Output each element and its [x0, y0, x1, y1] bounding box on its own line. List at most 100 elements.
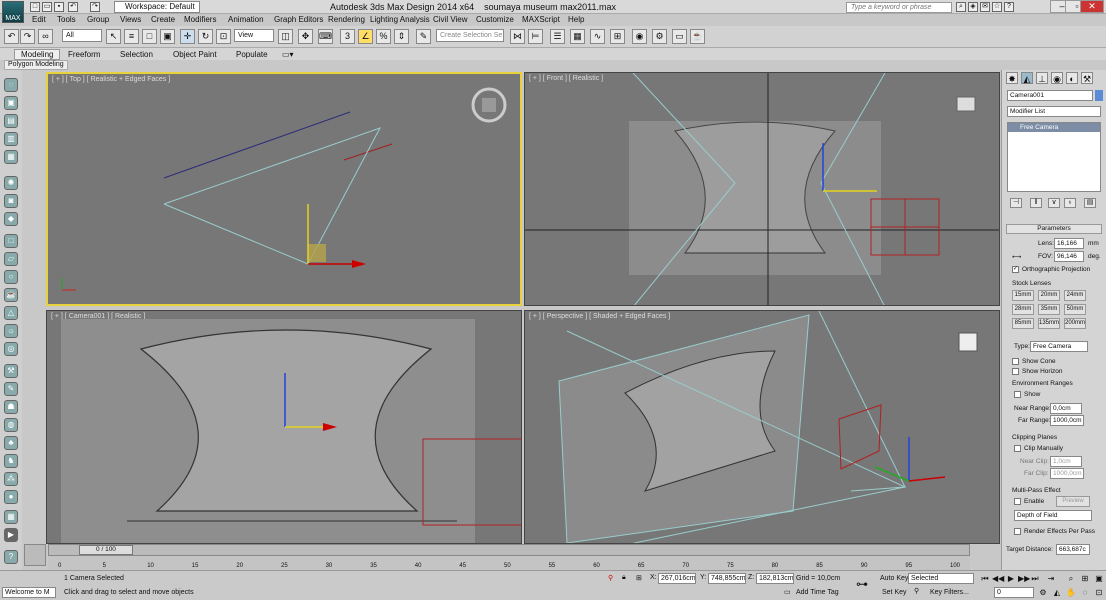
menu-customize[interactable]: Customize	[476, 15, 514, 24]
tab-populate[interactable]: Populate	[236, 50, 268, 59]
go-to-start-icon[interactable]: ⏮	[980, 574, 990, 584]
align-icon[interactable]: ⊨	[528, 29, 543, 44]
binoculars-icon[interactable]: ⌕	[956, 2, 966, 12]
object-name-field[interactable]: Camera001	[1007, 90, 1093, 101]
reference-coordinate-dropdown[interactable]: View	[234, 29, 274, 42]
selection-region-icon[interactable]: □	[142, 29, 157, 44]
walk-icon[interactable]: ☗	[4, 400, 18, 414]
named-selection-set-dropdown[interactable]: Create Selection Se	[436, 29, 504, 42]
layer-manager-icon[interactable]: ☰	[550, 29, 565, 44]
enable-checkbox[interactable]	[1014, 498, 1021, 505]
hierarchy-tab-icon[interactable]: ⊥	[1036, 72, 1048, 84]
grid-icon[interactable]: ▦	[4, 510, 18, 524]
tab-modeling[interactable]: Modeling	[14, 49, 61, 60]
lens-135mm-button[interactable]: 135mm	[1038, 318, 1060, 329]
key-filters-button[interactable]: Key Filters...	[930, 589, 969, 596]
viewport-camera001[interactable]: [ + ] [ Camera001 ] [ Realistic ]	[46, 310, 522, 544]
lens-35mm-button[interactable]: 35mm	[1038, 304, 1060, 315]
y-coordinate-field[interactable]: 748,855cm	[708, 573, 746, 584]
helper-icon[interactable]: ◆	[4, 212, 18, 226]
time-slider-thumb[interactable]: 0 / 100	[79, 545, 133, 555]
menu-views[interactable]: Views	[120, 15, 141, 24]
particles-icon[interactable]: ⁂	[4, 472, 18, 486]
preview-button[interactable]: Preview	[1056, 496, 1090, 507]
lens-50mm-button[interactable]: 50mm	[1064, 304, 1086, 315]
help-icon[interactable]: ?	[1004, 2, 1014, 12]
near-range-spinner[interactable]: 0,0cm	[1050, 403, 1082, 414]
light-icon[interactable]: ✺	[4, 176, 18, 190]
display-tab-icon[interactable]: ◐	[1066, 72, 1078, 84]
show-horizon-checkbox[interactable]	[1012, 368, 1019, 375]
pan-icon[interactable]: ✋	[1066, 588, 1076, 598]
time-configuration-icon[interactable]: ⚙	[1038, 588, 1048, 598]
previous-frame-icon[interactable]: ◀◀	[992, 574, 1004, 584]
menu-civil-view[interactable]: Civil View	[433, 15, 468, 24]
far-range-spinner[interactable]: 1000,0cm	[1050, 415, 1084, 426]
lens-spinner[interactable]: 16,166	[1054, 238, 1084, 249]
undo-icon[interactable]: ↶	[68, 2, 78, 12]
snaps-toggle-icon[interactable]: 3	[340, 29, 355, 44]
modifier-list-dropdown[interactable]: Modifier List	[1007, 106, 1101, 117]
object-color-swatch[interactable]	[1095, 90, 1103, 101]
menu-rendering[interactable]: Rendering	[328, 15, 365, 24]
ortho-checkbox[interactable]: ✓	[1012, 266, 1019, 273]
camera-type-dropdown[interactable]: Free Camera	[1030, 341, 1088, 352]
zoom-all-icon[interactable]: ⊞	[1080, 574, 1090, 584]
fov-direction-icon[interactable]: ⟷	[1012, 253, 1021, 261]
key-mode-dropdown[interactable]: Selected	[908, 573, 974, 584]
select-link-icon[interactable]: ∞	[38, 29, 53, 44]
go-to-end-icon[interactable]: ⏭	[1030, 574, 1040, 584]
selection-filter-dropdown[interactable]: All	[62, 29, 102, 42]
open-file-icon[interactable]: ▭	[42, 2, 52, 12]
plane-icon[interactable]: ▱	[4, 252, 18, 266]
clip-manually-checkbox[interactable]	[1014, 445, 1021, 452]
help-icon[interactable]: ?	[4, 550, 18, 564]
viewport-front[interactable]: [ + ] [ Front ] [ Realistic ]	[524, 72, 1000, 306]
z-coordinate-field[interactable]: 182,813cm	[756, 573, 794, 584]
track-bar[interactable]: 0 5 10 15 20 25 30 35 40 45 50 55 60 65 70 75 80 85 90 95 10…	[48, 556, 970, 570]
pivot-center-icon[interactable]: ◫	[278, 29, 293, 44]
utilities-icon[interactable]: ▦	[4, 150, 18, 164]
tab-selection[interactable]: Selection	[120, 50, 153, 59]
display-icon[interactable]: ▣	[4, 96, 18, 110]
menu-maxscript[interactable]: MAXScript	[522, 15, 560, 24]
zoom-extents-icon[interactable]: ▣	[1094, 574, 1104, 584]
target-distance-spinner[interactable]: 663,687c	[1056, 544, 1090, 555]
time-tag-icon[interactable]: ▭	[784, 588, 791, 596]
parameters-rollout-header[interactable]: Parameters	[1006, 224, 1102, 234]
orbit-icon[interactable]: ◌	[1080, 588, 1090, 598]
ribbon-panel-polygon-modeling[interactable]: Polygon Modeling	[4, 60, 68, 70]
env-show-checkbox[interactable]	[1014, 391, 1021, 398]
select-and-move-icon[interactable]: ✛	[180, 29, 195, 44]
favorites-icon[interactable]: ☆	[992, 2, 1002, 12]
motion-tab-icon[interactable]: ◉	[1051, 72, 1063, 84]
material-editor-icon[interactable]: ◉	[632, 29, 647, 44]
key-icon[interactable]: ⊶	[856, 577, 868, 591]
remove-modifier-icon[interactable]: ♁	[1064, 198, 1076, 208]
wrench-icon[interactable]: ⚒	[4, 364, 18, 378]
menu-create[interactable]: Create	[151, 15, 175, 24]
curve-editor-icon[interactable]: ∿	[590, 29, 605, 44]
select-manipulate-icon[interactable]: ✥	[298, 29, 313, 44]
fov-spinner[interactable]: 96,146	[1054, 251, 1084, 262]
menu-tools[interactable]: Tools	[57, 15, 76, 24]
lens-15mm-button[interactable]: 15mm	[1012, 290, 1034, 301]
menu-graph-editors[interactable]: Graph Editors	[274, 15, 323, 24]
ball-icon[interactable]: ●	[4, 490, 18, 504]
save-icon[interactable]: ▪	[54, 2, 64, 12]
create-tab-icon[interactable]: ✸	[1006, 72, 1018, 84]
select-and-rotate-icon[interactable]: ↻	[198, 29, 213, 44]
selection-lock-icon[interactable]: ⚲	[608, 574, 613, 582]
make-unique-icon[interactable]: ∨	[1048, 198, 1060, 208]
time-slider[interactable]: 0 / 100	[48, 544, 970, 556]
viewport-perspective[interactable]: [ + ] [ Perspective ] [ Shaded + Edged F…	[524, 310, 1000, 544]
near-clip-spinner[interactable]: 1,0cm	[1050, 456, 1082, 467]
tab-object-paint[interactable]: Object Paint	[173, 50, 217, 59]
hierarchy-icon[interactable]: ▤	[4, 114, 18, 128]
globe-icon[interactable]: ◍	[4, 418, 18, 432]
lens-200mm-button[interactable]: 200mm	[1064, 318, 1086, 329]
menu-lighting-analysis[interactable]: Lighting Analysis	[370, 15, 430, 24]
lens-28mm-button[interactable]: 28mm	[1012, 304, 1034, 315]
graphite-toolbar-icon[interactable]: ▦	[570, 29, 585, 44]
show-end-result-icon[interactable]: ‖	[1030, 198, 1042, 208]
